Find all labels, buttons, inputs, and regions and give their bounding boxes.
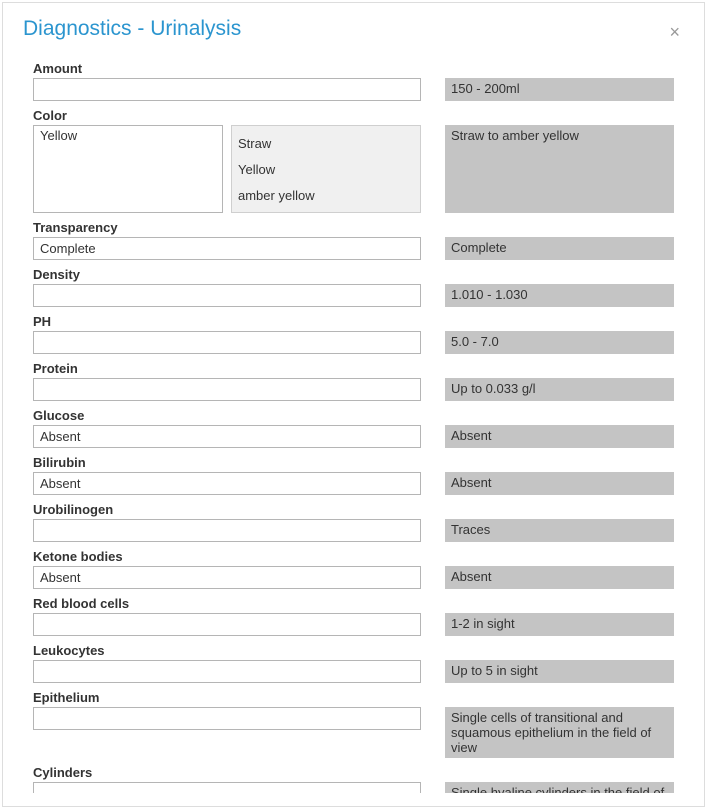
field-epithelium: Epithelium Single cells of transitional … <box>33 690 674 758</box>
color-option-yellow[interactable]: Yellow <box>238 162 414 177</box>
color-options-list[interactable]: Straw Yellow amber yellow <box>231 125 421 213</box>
field-ketone-bodies: Ketone bodies Absent <box>33 549 674 589</box>
epithelium-label: Epithelium <box>33 690 674 705</box>
leukocytes-reference: Up to 5 in sight <box>445 660 674 683</box>
urobilinogen-reference: Traces <box>445 519 674 542</box>
red-blood-cells-input[interactable] <box>33 613 421 636</box>
field-density: Density 1.010 - 1.030 <box>33 267 674 307</box>
protein-reference: Up to 0.033 g/l <box>445 378 674 401</box>
field-amount: Amount 150 - 200ml <box>33 61 674 101</box>
urinalysis-dialog: Diagnostics - Urinalysis × Amount 150 - … <box>2 2 705 807</box>
amount-reference: 150 - 200ml <box>445 78 674 101</box>
urobilinogen-label: Urobilinogen <box>33 502 674 517</box>
field-red-blood-cells: Red blood cells 1-2 in sight <box>33 596 674 636</box>
leukocytes-input[interactable] <box>33 660 421 683</box>
density-reference: 1.010 - 1.030 <box>445 284 674 307</box>
dialog-title: Diagnostics - Urinalysis <box>23 17 241 41</box>
field-bilirubin: Bilirubin Absent <box>33 455 674 495</box>
red-blood-cells-reference: 1-2 in sight <box>445 613 674 636</box>
field-protein: Protein Up to 0.033 g/l <box>33 361 674 401</box>
ph-label: PH <box>33 314 674 329</box>
urobilinogen-input[interactable] <box>33 519 421 542</box>
dialog-content: Amount 150 - 200ml Color Yellow Straw Ye… <box>3 53 704 793</box>
field-color: Color Yellow Straw Yellow amber yellow S… <box>33 108 674 213</box>
color-option-straw[interactable]: Straw <box>238 136 414 151</box>
glucose-reference: Absent <box>445 425 674 448</box>
epithelium-input[interactable] <box>33 707 421 730</box>
ketone-bodies-input[interactable] <box>33 566 421 589</box>
amount-label: Amount <box>33 61 674 76</box>
cylinders-label: Cylinders <box>33 765 674 780</box>
color-option-amber[interactable]: amber yellow <box>238 188 414 203</box>
color-label: Color <box>33 108 674 123</box>
field-urobilinogen: Urobilinogen Traces <box>33 502 674 542</box>
cylinders-reference: Single hyaline cylinders in the field of… <box>445 782 674 793</box>
transparency-reference: Complete <box>445 237 674 260</box>
field-cylinders: Cylinders Single hyaline cylinders in th… <box>33 765 674 793</box>
ph-input[interactable] <box>33 331 421 354</box>
ph-reference: 5.0 - 7.0 <box>445 331 674 354</box>
color-reference: Straw to amber yellow <box>445 125 674 213</box>
field-transparency: Transparency Complete <box>33 220 674 260</box>
cylinders-input[interactable] <box>33 782 421 793</box>
bilirubin-reference: Absent <box>445 472 674 495</box>
amount-input[interactable] <box>33 78 421 101</box>
ketone-bodies-label: Ketone bodies <box>33 549 674 564</box>
glucose-label: Glucose <box>33 408 674 423</box>
transparency-input[interactable] <box>33 237 421 260</box>
field-glucose: Glucose Absent <box>33 408 674 448</box>
protein-input[interactable] <box>33 378 421 401</box>
density-input[interactable] <box>33 284 421 307</box>
field-leukocytes: Leukocytes Up to 5 in sight <box>33 643 674 683</box>
color-input[interactable]: Yellow <box>33 125 223 213</box>
dialog-header: Diagnostics - Urinalysis × <box>3 3 704 53</box>
density-label: Density <box>33 267 674 282</box>
glucose-input[interactable] <box>33 425 421 448</box>
protein-label: Protein <box>33 361 674 376</box>
bilirubin-input[interactable] <box>33 472 421 495</box>
close-icon[interactable]: × <box>665 19 684 45</box>
transparency-label: Transparency <box>33 220 674 235</box>
field-ph: PH 5.0 - 7.0 <box>33 314 674 354</box>
epithelium-reference: Single cells of transitional and squamou… <box>445 707 674 758</box>
leukocytes-label: Leukocytes <box>33 643 674 658</box>
ketone-bodies-reference: Absent <box>445 566 674 589</box>
bilirubin-label: Bilirubin <box>33 455 674 470</box>
red-blood-cells-label: Red blood cells <box>33 596 674 611</box>
